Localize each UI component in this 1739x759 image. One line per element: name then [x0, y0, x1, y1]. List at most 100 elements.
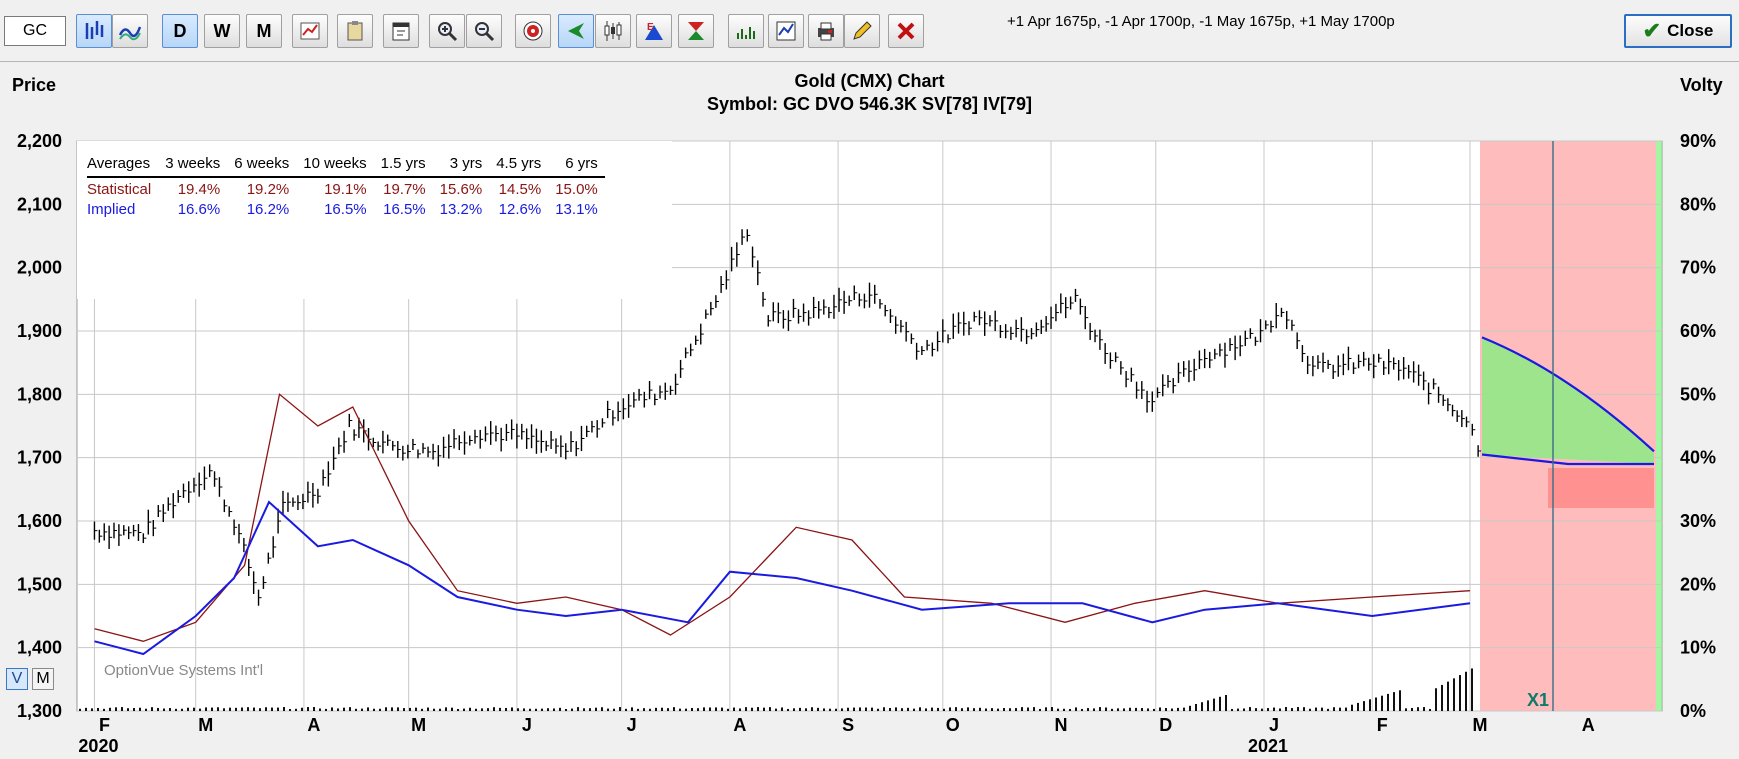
volume-bar	[769, 707, 771, 711]
volume-bar	[901, 708, 903, 711]
volume-bar	[1027, 707, 1029, 711]
volume-bar	[1447, 681, 1449, 711]
volume-bar	[757, 707, 759, 711]
volume-bar	[115, 707, 117, 711]
symbol-input[interactable]: GC	[4, 16, 66, 46]
print-button[interactable]	[808, 14, 844, 48]
volume-bar	[1153, 708, 1155, 711]
volume-bar	[367, 707, 369, 711]
volume-bar	[1051, 707, 1053, 711]
weekly-label: W	[213, 20, 231, 41]
volume-bar	[295, 708, 297, 711]
volume-bar	[523, 708, 525, 711]
volume-bar	[343, 707, 345, 711]
volatility-tick-label: 30%	[1680, 511, 1716, 531]
price-tick-label: 1,500	[17, 574, 62, 594]
volume-bar	[895, 707, 897, 711]
volume-bar	[349, 707, 351, 711]
monthly-button[interactable]: M	[246, 14, 282, 48]
earnings-button[interactable]: E	[636, 14, 672, 48]
weekly-button[interactable]: W	[204, 14, 240, 48]
dividend-button[interactable]	[678, 14, 714, 48]
volume-bar	[517, 708, 519, 711]
volume-bar	[1183, 707, 1185, 711]
volume-bar	[673, 707, 675, 711]
bars-icon	[85, 21, 104, 39]
view-m-button[interactable]: M	[32, 668, 54, 690]
volume-bar	[151, 707, 153, 711]
volume-bar	[1369, 699, 1371, 711]
volume-bar	[1021, 707, 1023, 711]
volume-bar	[571, 708, 573, 711]
volume-study-button[interactable]	[728, 14, 764, 48]
volume-bar	[355, 708, 357, 711]
averages-value-cell: 19.1%	[324, 181, 367, 198]
price-tick-label: 1,600	[17, 511, 62, 531]
volume-bar	[1465, 671, 1467, 711]
study-icon	[776, 21, 796, 41]
scroll-back-button[interactable]	[558, 14, 594, 48]
daily-button[interactable]: D	[162, 14, 198, 48]
volume-bar	[1411, 707, 1413, 711]
month-tick-label: F	[99, 715, 110, 735]
volume-bar	[565, 708, 567, 711]
averages-value-cell: 13.2%	[439, 201, 483, 218]
paste-button[interactable]	[337, 14, 373, 48]
chart-title: Gold (CMX) Chart	[794, 71, 945, 91]
volume-bar	[919, 707, 921, 711]
volume-bar	[811, 707, 813, 711]
volume-bar	[889, 707, 891, 711]
chart-options-button[interactable]	[292, 14, 328, 48]
volume-bar	[1135, 707, 1137, 711]
volatility-tick-label: 50%	[1680, 384, 1716, 404]
volume-bar	[421, 708, 423, 711]
volume-bar	[301, 707, 303, 711]
volume-bar	[781, 707, 783, 711]
delete-button[interactable]	[888, 14, 924, 48]
volume-bar	[655, 707, 657, 711]
forecast-edge	[1656, 141, 1662, 711]
averages-value-cell: 13.1%	[555, 201, 598, 218]
volume-bar	[1237, 708, 1239, 711]
volume-bar	[691, 707, 693, 711]
volume-bar	[1063, 708, 1065, 711]
volume-bar	[1171, 708, 1173, 711]
volume-bar	[1261, 708, 1263, 711]
month-tick-label: M	[411, 715, 426, 735]
clipboard-icon	[347, 21, 363, 41]
candles-button[interactable]	[595, 14, 631, 48]
line-chart-style-button[interactable]	[112, 14, 148, 48]
study-chart-button[interactable]	[768, 14, 804, 48]
averages-row-label: Statistical	[87, 181, 152, 198]
volume-bar	[229, 707, 231, 711]
volume-bar	[337, 708, 339, 711]
volume-bar	[1231, 708, 1233, 711]
volume-bar	[451, 707, 453, 711]
volume-bar	[727, 708, 729, 711]
view-v-button[interactable]: V	[6, 668, 28, 690]
calendar-button[interactable]	[383, 14, 419, 48]
pencil-icon	[853, 21, 872, 40]
volume-bar	[91, 708, 93, 711]
month-tick-label: A	[733, 715, 746, 735]
volume-bar	[967, 707, 969, 711]
zoom-in-button[interactable]	[429, 14, 465, 48]
volatility-tick-label: 20%	[1680, 574, 1716, 594]
volume-bar	[217, 707, 219, 711]
draw-button[interactable]	[844, 14, 880, 48]
volume-bar	[1009, 708, 1011, 711]
volume-bar	[319, 708, 321, 711]
volume-bar	[721, 707, 723, 711]
price-tick-label: 1,800	[17, 384, 62, 404]
volume-bar	[1141, 708, 1143, 711]
volume-bar	[799, 707, 801, 711]
volume-bar	[547, 708, 549, 711]
target-button[interactable]	[515, 14, 551, 48]
volume-bar	[163, 708, 165, 711]
year-label: 2021	[1248, 736, 1288, 756]
volume-bar	[1057, 708, 1059, 711]
averages-header-cell: Averages	[87, 153, 159, 178]
bar-chart-style-button[interactable]	[76, 14, 112, 48]
close-button[interactable]: ✔ Close	[1624, 14, 1732, 48]
zoom-out-button[interactable]	[466, 14, 502, 48]
